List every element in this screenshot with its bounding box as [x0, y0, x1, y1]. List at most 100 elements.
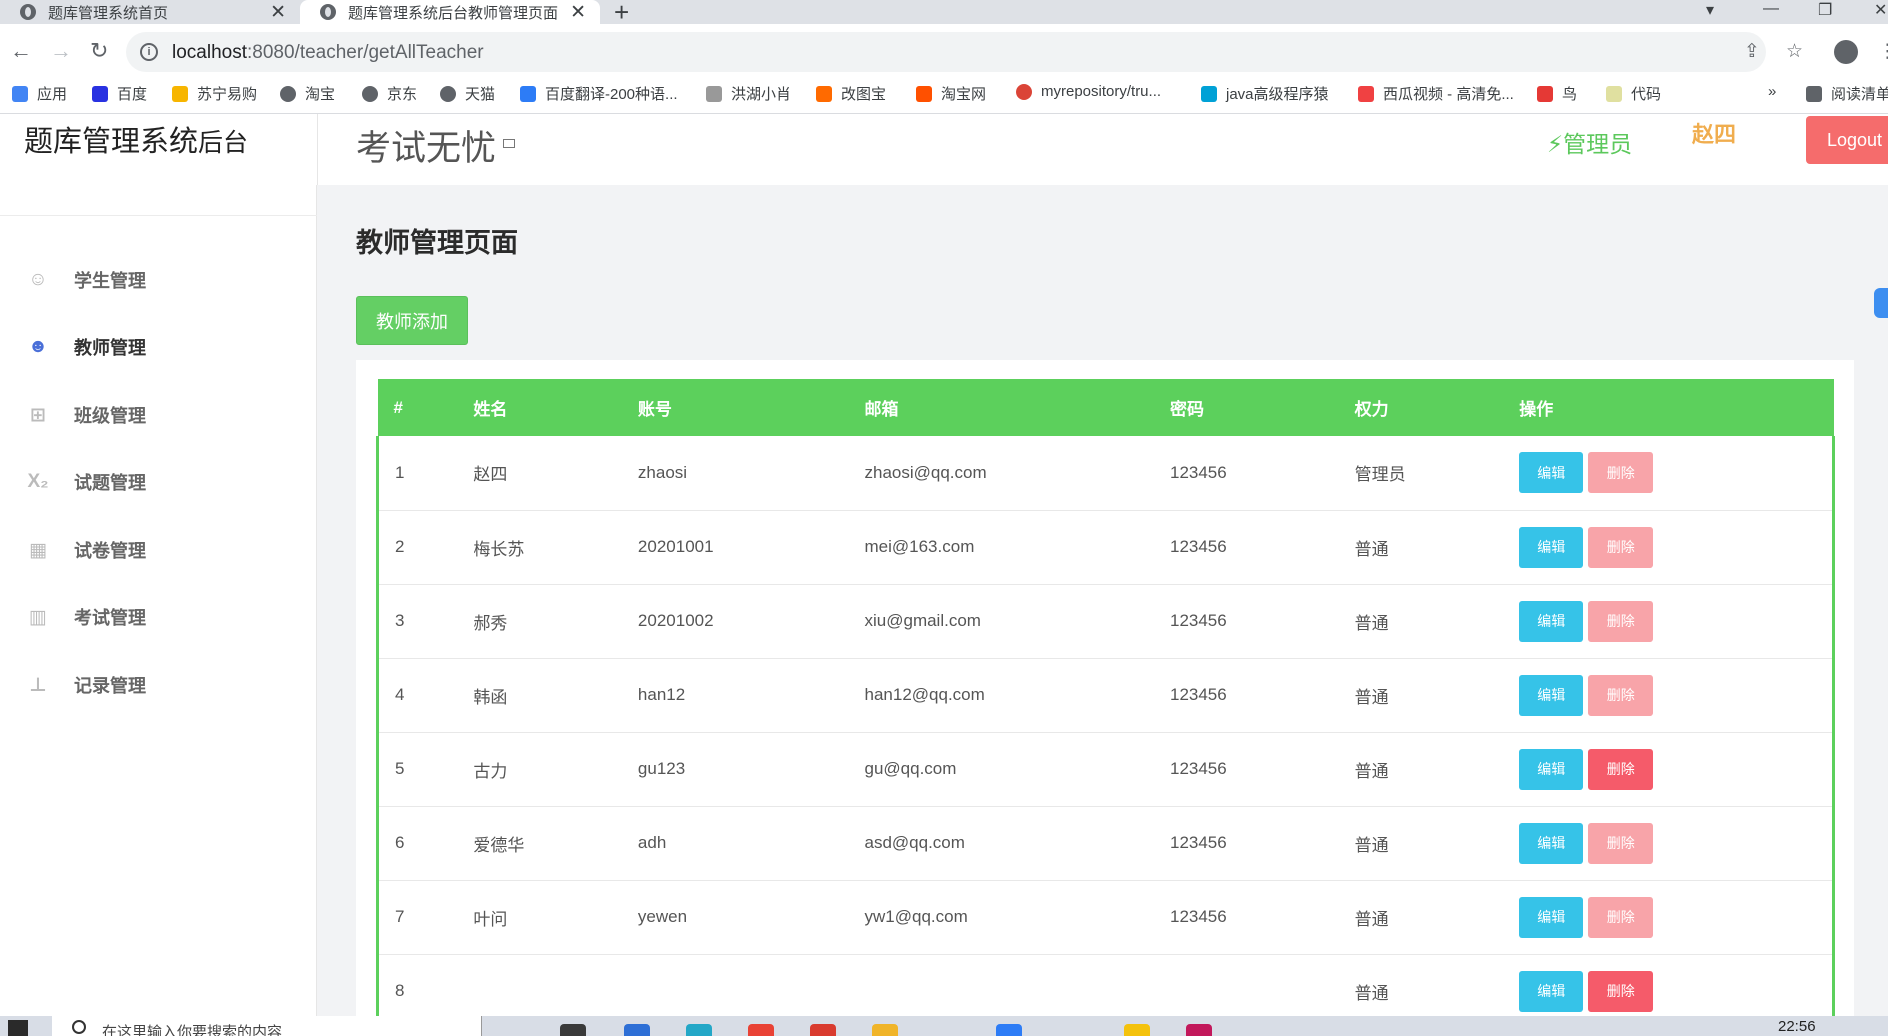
teacher-icon: ☻ [28, 336, 48, 357]
sidebar-item[interactable]: ▦ 试卷管理 [26, 535, 146, 565]
delete-button[interactable]: 删除 [1588, 896, 1654, 938]
app-icon[interactable] [996, 1024, 1022, 1036]
bookmark-item[interactable]: 改图宝 [816, 83, 886, 104]
edit-button[interactable]: 编辑 [1519, 896, 1584, 938]
close-tab-icon[interactable]: ✕ [570, 1, 586, 24]
bookmark-icon [916, 85, 932, 102]
bookmark-label: 鸟 [1562, 86, 1578, 103]
taskbar-search[interactable]: 在这里输入你要搜索的内容 [52, 1016, 482, 1036]
profile-menu-icon[interactable]: ▾ [1706, 0, 1714, 20]
folder-icon[interactable] [872, 1024, 898, 1036]
close-tab-icon[interactable]: ✕ [270, 1, 286, 24]
profile-avatar-icon[interactable] [1834, 40, 1858, 64]
bookmark-icon [1537, 85, 1553, 102]
column-header: 权力 [1338, 379, 1504, 436]
idea-icon[interactable] [1186, 1024, 1212, 1036]
close-window-icon[interactable]: ✕ [1874, 0, 1887, 20]
cell-name: 郝秀 [457, 584, 622, 659]
browser-tab-teacher[interactable]: 题库管理系统后台教师管理页面 ✕ [300, 0, 600, 24]
edit-button[interactable]: 编辑 [1519, 526, 1584, 568]
delete-button[interactable]: 删除 [1588, 970, 1654, 1012]
sidebar-item[interactable]: X₂ 试题管理 [26, 467, 146, 497]
delete-button[interactable]: 删除 [1588, 822, 1654, 864]
menu-icon[interactable]: ⋮ [1878, 40, 1888, 63]
globe-icon [20, 4, 36, 20]
cell-id: 7 [376, 880, 458, 955]
minimize-icon[interactable]: — [1763, 0, 1779, 18]
cell-role: 普通 [1338, 880, 1504, 955]
app-icon[interactable] [686, 1024, 712, 1036]
cell-account: adh [621, 806, 849, 881]
bookmark-item[interactable]: 天猫 [440, 83, 495, 104]
bookmark-label: 改图宝 [841, 86, 887, 103]
chrome-icon[interactable] [748, 1024, 774, 1036]
edit-button[interactable]: 编辑 [1519, 822, 1584, 864]
sidebar-item-label: 考试管理 [74, 608, 146, 628]
bookmark-label: 淘宝 [305, 86, 336, 103]
cell-password: 123456 [1153, 732, 1339, 807]
app-icon[interactable] [1124, 1024, 1150, 1036]
cell-id: 6 [376, 806, 458, 881]
bookmark-item[interactable]: 淘宝 [280, 83, 335, 104]
bookmark-item[interactable]: java高级程序猿 [1201, 83, 1329, 104]
app-icon[interactable] [810, 1024, 836, 1036]
delete-button[interactable]: 删除 [1588, 674, 1654, 716]
sidebar-item[interactable]: ⊞ 班级管理 [26, 400, 146, 430]
cell-actions: 编辑 删除 [1503, 584, 1836, 659]
sidebar-item[interactable]: ▥ 考试管理 [26, 602, 146, 632]
address-bar[interactable]: i localhost:8080/teacher/getAllTeacher [126, 32, 1766, 72]
forward-icon[interactable]: → [50, 38, 72, 64]
restore-icon[interactable]: ❐ [1818, 0, 1832, 20]
bookmark-item[interactable]: 代码 [1606, 83, 1661, 104]
sidebar-item[interactable]: ☻ 教师管理 [26, 332, 146, 362]
bookmark-item[interactable]: 阅读清单 [1806, 83, 1888, 104]
sidebar-item[interactable]: ⊥ 记录管理 [26, 670, 146, 700]
edit-button[interactable]: 编辑 [1519, 970, 1584, 1012]
bookmark-item[interactable]: 苏宁易购 [172, 83, 257, 104]
bookmark-item[interactable]: 淘宝网 [916, 83, 986, 104]
logout-button[interactable]: Logout [1806, 116, 1888, 164]
edit-button[interactable]: 编辑 [1519, 600, 1584, 642]
bookmark-item[interactable]: 西瓜视频 - 高清免... [1358, 83, 1514, 104]
add-teacher-button[interactable]: 教师添加 [356, 296, 468, 345]
table-row: 4 韩函 han12 han12@qq.com 123456 普通 编辑 删除 [376, 658, 1836, 733]
sidebar-item-label: 教师管理 [74, 338, 146, 358]
bookmark-star-icon[interactable]: ☆ [1786, 40, 1803, 63]
back-icon[interactable]: ← [10, 38, 32, 64]
share-icon[interactable]: ⇪ [1744, 40, 1760, 63]
role-link[interactable]: ⚡管理员 [1547, 125, 1632, 159]
delete-button[interactable]: 删除 [1588, 600, 1654, 642]
side-float-icon[interactable] [1874, 288, 1888, 318]
bookmark-icon [706, 85, 722, 102]
bookmark-icon [1201, 85, 1217, 102]
cell-email: mei@163.com [848, 510, 1154, 585]
delete-button[interactable]: 删除 [1588, 452, 1654, 494]
bookmark-label: 京东 [387, 86, 418, 103]
bookmark-item[interactable]: 京东 [362, 83, 417, 104]
bookmarks-overflow-icon[interactable]: » [1768, 83, 1776, 100]
bookmark-item[interactable]: 百度翻译-200种语... [520, 83, 678, 104]
edit-button[interactable]: 编辑 [1519, 452, 1584, 494]
cell-email: asd@qq.com [848, 806, 1154, 881]
windows-start-icon[interactable] [8, 1020, 28, 1036]
cell-role: 普通 [1338, 806, 1504, 881]
bookmark-item[interactable]: 鸟 [1537, 83, 1577, 104]
delete-button[interactable]: 删除 [1588, 526, 1654, 568]
cell-id: 3 [376, 584, 458, 659]
browser-tab-title: 题库管理系统后台教师管理页面 [348, 4, 559, 22]
edit-button[interactable]: 编辑 [1519, 748, 1584, 790]
bookmark-item[interactable]: 洪湖小肖 [706, 83, 791, 104]
url-text[interactable]: localhost:8080/teacher/getAllTeacher [172, 42, 484, 64]
info-icon[interactable]: i [140, 43, 158, 61]
app-icon[interactable] [624, 1024, 650, 1036]
bookmark-label: 百度 [117, 86, 148, 103]
edit-button[interactable]: 编辑 [1519, 674, 1584, 716]
bookmark-item[interactable]: 百度 [92, 83, 147, 104]
reload-icon[interactable]: ↻ [90, 38, 108, 64]
bookmark-item[interactable]: myrepository/tru... [1016, 83, 1161, 100]
taskview-icon[interactable] [560, 1024, 586, 1036]
delete-button[interactable]: 删除 [1588, 748, 1654, 790]
sidebar-item[interactable]: ☺ 学生管理 [26, 265, 146, 295]
bookmark-item[interactable]: 应用 [12, 83, 67, 104]
browser-tab-home[interactable]: 题库管理系统首页 ✕ [0, 0, 300, 24]
